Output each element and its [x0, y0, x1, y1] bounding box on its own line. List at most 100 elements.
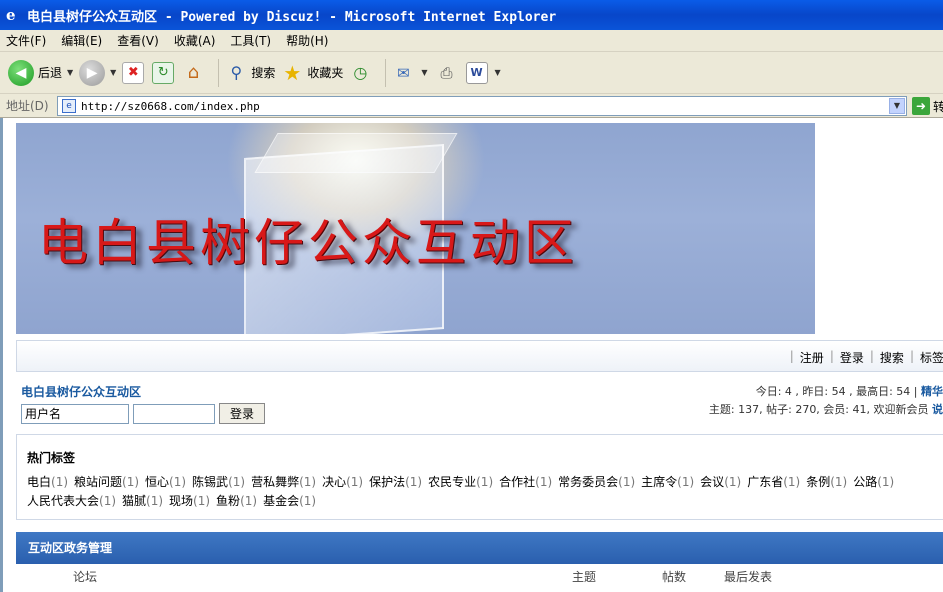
search-icon: ⚲	[230, 63, 243, 82]
tag-count: (1)	[677, 475, 695, 489]
address-label: 地址(D)	[6, 99, 49, 113]
tag-item[interactable]: 常务委员会(1)	[558, 473, 635, 492]
browser-toolbar: ◀ 后退 ▼ ▶ ▼ ✖ ↻ ⌂ ⚲ 搜索 ★ 收藏夹 ◷ ✉ ▼ ⎙ W ▼	[0, 52, 943, 94]
back-button[interactable]: ◀ 后退 ▼	[8, 59, 73, 86]
menu-view[interactable]: 查看(V)	[117, 32, 159, 49]
tag-name: 现场	[169, 494, 194, 508]
tag-count: (1)	[405, 475, 423, 489]
tag-name: 公路	[853, 475, 878, 489]
tag-name: 恒心	[145, 475, 170, 489]
password-input[interactable]	[133, 403, 215, 424]
tag-name: 陈锡武	[192, 475, 229, 489]
toolbar-separator	[218, 58, 220, 87]
tag-count: (1)	[618, 475, 636, 489]
favorites-button[interactable]: ★ 收藏夹	[281, 60, 343, 85]
tag-item[interactable]: 陈锡武(1)	[192, 473, 245, 492]
new-member-link[interactable]: 说	[932, 403, 943, 416]
back-label: 后退	[38, 66, 63, 80]
site-navbar: | 注册 | 登录 | 搜索 | 标签	[16, 340, 943, 372]
tag-count: (1)	[877, 475, 895, 489]
ie-page-icon: e	[6, 6, 16, 24]
window-titlebar[interactable]: e 电白县树仔公众互动区 - Powered by Discuz! - Micr…	[0, 0, 943, 30]
print-icon[interactable]: ⎙	[436, 62, 458, 84]
address-input[interactable]: e http://sz0668.com/index.php ▼	[57, 96, 907, 116]
tag-name: 基金会	[263, 494, 300, 508]
menu-favorites[interactable]: 收藏(A)	[174, 32, 216, 49]
tag-count: (1)	[299, 475, 317, 489]
menu-tools[interactable]: 工具(T)	[230, 32, 271, 49]
back-arrow-icon: ◀	[8, 59, 34, 86]
tag-item[interactable]: 农民专业(1)	[428, 473, 493, 492]
column-last-post: 最后发表	[724, 570, 773, 584]
tag-name: 人民代表大会	[27, 494, 100, 508]
stop-icon[interactable]: ✖	[122, 61, 145, 84]
tag-item[interactable]: 现场(1)	[169, 492, 210, 511]
menu-edit[interactable]: 编辑(E)	[61, 32, 102, 49]
nav-separator: |	[789, 349, 794, 363]
username-input[interactable]	[21, 403, 129, 424]
menu-file[interactable]: 文件(F)	[6, 32, 46, 49]
tag-name: 猫腻	[122, 494, 147, 508]
stats-totals-text: 主题: 137, 帖子: 270, 会员: 41, 欢迎新会员	[708, 403, 929, 416]
tag-item[interactable]: 决心(1)	[322, 473, 363, 492]
tag-item[interactable]: 基金会(1)	[263, 492, 316, 511]
tag-item[interactable]: 恒心(1)	[145, 473, 186, 492]
tag-item[interactable]: 公路(1)	[853, 473, 894, 492]
tag-item[interactable]: 主席令(1)	[641, 473, 694, 492]
nav-login[interactable]: 登录	[840, 349, 864, 366]
mail-dropdown-icon[interactable]: ▼	[421, 68, 427, 77]
menu-bar: 文件(F) 编辑(E) 查看(V) 收藏(A) 工具(T) 帮助(H)	[0, 30, 943, 52]
refresh-icon[interactable]: ↻	[152, 61, 175, 84]
tag-count: (1)	[122, 475, 140, 489]
history-icon[interactable]: ◷	[349, 62, 371, 84]
stats-today: 今日: 4 , 昨日: 54 , 最高日: 54 | 精华	[756, 383, 943, 399]
browser-viewport: 电白县树仔公众互动区 | 注册 | 登录 | 搜索 | 标签 电白县树仔公众互动…	[0, 118, 943, 592]
tag-item[interactable]: 鱼粉(1)	[216, 492, 257, 511]
forum-category-header[interactable]: 互动区政务管理	[16, 532, 943, 564]
tag-count: (1)	[193, 494, 211, 508]
page-icon: e	[62, 99, 76, 113]
search-button[interactable]: ⚲ 搜索	[225, 62, 275, 84]
forward-dropdown-icon[interactable]: ▼	[110, 68, 116, 77]
menu-help[interactable]: 帮助(H)	[286, 32, 328, 49]
tag-count: (1)	[346, 475, 364, 489]
tag-item[interactable]: 猫腻(1)	[122, 492, 163, 511]
edit-word-icon[interactable]: W	[465, 61, 488, 84]
go-arrow-icon[interactable]: ➜	[912, 97, 930, 115]
tag-name: 电白	[27, 475, 52, 489]
tag-count: (1)	[240, 494, 258, 508]
forward-button[interactable]: ▶ ▼	[79, 59, 116, 86]
tag-item[interactable]: 广东省(1)	[747, 473, 800, 492]
forum-name-link[interactable]: 电白县树仔公众互动区	[21, 383, 141, 400]
address-bar: 地址(D) e http://sz0668.com/index.php ▼ ➜ …	[0, 94, 943, 118]
tag-count: (1)	[169, 475, 187, 489]
tag-count: (1)	[146, 494, 164, 508]
nav-search[interactable]: 搜索	[880, 349, 904, 366]
stats-totals: 主题: 137, 帖子: 270, 会员: 41, 欢迎新会员 说	[709, 401, 943, 417]
address-dropdown-icon[interactable]: ▼	[889, 98, 905, 114]
tag-item[interactable]: 电白(1)	[27, 473, 68, 492]
tag-item[interactable]: 保护法(1)	[369, 473, 422, 492]
nav-tags[interactable]: 标签	[920, 349, 943, 366]
digest-link[interactable]: 精华	[921, 385, 943, 398]
star-icon: ★	[283, 60, 302, 85]
mail-icon[interactable]: ✉	[392, 62, 414, 84]
home-icon[interactable]: ⌂	[182, 62, 204, 84]
tag-count: (1)	[724, 475, 742, 489]
back-dropdown-icon[interactable]: ▼	[67, 68, 73, 77]
tag-name: 农民专业	[428, 475, 477, 489]
tag-name: 合作社	[499, 475, 536, 489]
forward-arrow-icon: ▶	[79, 59, 106, 86]
nav-register[interactable]: 注册	[800, 349, 824, 366]
tag-item[interactable]: 合作社(1)	[499, 473, 552, 492]
tag-item[interactable]: 营私舞弊(1)	[251, 473, 316, 492]
tag-name: 粮站问题	[74, 475, 123, 489]
tag-item[interactable]: 粮站问题(1)	[74, 473, 139, 492]
tag-item[interactable]: 条例(1)	[806, 473, 847, 492]
tag-item[interactable]: 会议(1)	[700, 473, 741, 492]
tag-item[interactable]: 人民代表大会(1)	[27, 492, 116, 511]
edit-dropdown-icon[interactable]: ▼	[495, 68, 501, 77]
go-label[interactable]: 转	[933, 98, 943, 115]
login-button[interactable]: 登录	[219, 403, 265, 424]
login-form: 登录	[21, 403, 265, 424]
